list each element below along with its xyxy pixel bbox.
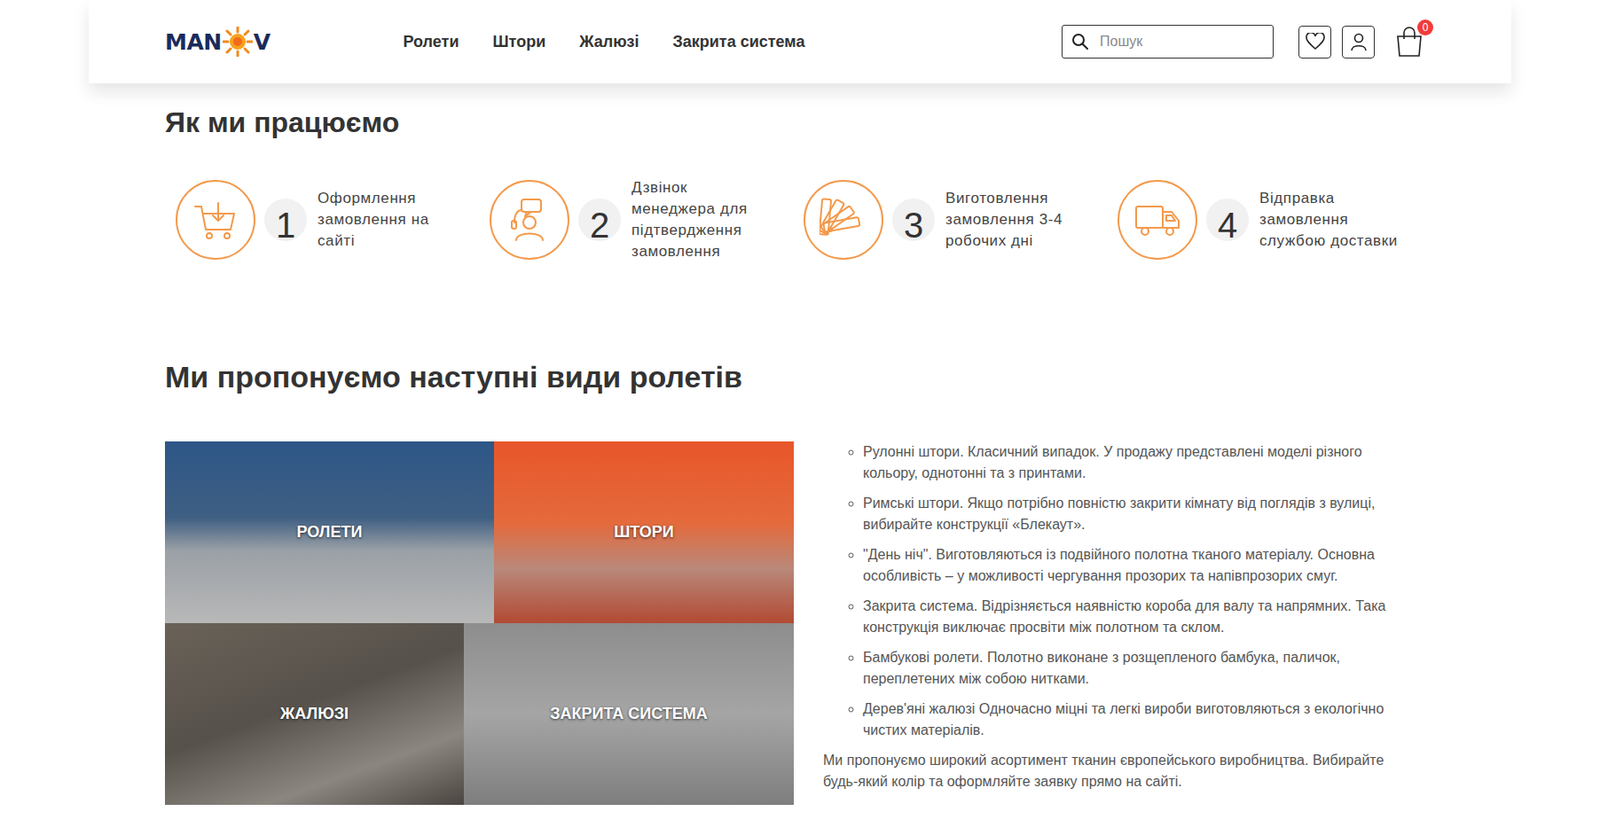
step-number: 2: [578, 198, 621, 242]
types-list-item: Дерев'яні жалюзі Одночасно міцні та легк…: [862, 698, 1400, 742]
step-number: 4: [1206, 198, 1249, 242]
types-section: РОЛЕТИШТОРИЖАЛЮЗІЗАКРИТА СИСТЕМА Рулонні…: [164, 441, 1436, 806]
step-number: 3: [892, 198, 935, 242]
step-text: Оформлення замовлення на сайті: [317, 188, 460, 252]
category-tile[interactable]: ЗАКРИТА СИСТЕМА: [463, 623, 794, 806]
category-row: РОЛЕТИШТОРИ: [164, 441, 794, 624]
step-text: Відправка замовлення службою доставки: [1259, 188, 1402, 252]
search-icon: [1071, 32, 1090, 51]
cart-icon: [191, 196, 240, 244]
content: Як ми працюємо 1 Оформлення замовлення н…: [88, 104, 1512, 806]
types-description: Рулонні штори. Класичний випадок. У прод…: [823, 441, 1400, 806]
step-icon-circle: [803, 180, 884, 260]
step-text: Дзвінок менеджера для підтвердження замо…: [631, 177, 774, 263]
types-list-item: Рулонні штори. Класичний випадок. У прод…: [862, 441, 1400, 485]
category-tile[interactable]: РОЛЕТИ: [164, 441, 495, 624]
sun-icon: [222, 26, 253, 57]
search-field[interactable]: [1061, 24, 1274, 59]
manager-call-icon: [505, 196, 554, 244]
account-button[interactable]: [1341, 25, 1375, 59]
section-title: Ми пропонуємо наступні види ролетів: [164, 358, 1436, 396]
section-title: Як ми працюємо: [164, 104, 1436, 141]
types-list-item: "День ніч". Виготовляються із подвійного…: [862, 544, 1400, 588]
nav-item[interactable]: Ролети: [403, 32, 460, 52]
search-input[interactable]: [1098, 32, 1264, 51]
heart-icon: [1305, 32, 1326, 51]
step: 3 Виготовлення замовлення 3-4 робочих дн…: [803, 177, 1118, 263]
step-icon-circle: [175, 180, 256, 260]
nav-item[interactable]: Жалюзі: [579, 32, 639, 52]
step-number: 1: [264, 198, 307, 242]
types-note: Ми пропонуємо широкий асортимент тканин …: [823, 750, 1400, 793]
nav-item[interactable]: Штори: [492, 32, 546, 52]
user-icon: [1349, 31, 1368, 52]
step-text: Виготовлення замовлення 3-4 робочих дні: [945, 188, 1088, 252]
cart-button[interactable]: 0: [1396, 26, 1423, 57]
header: MAN V Ролети Штори Жалюзі Закрита система 0: [88, 0, 1512, 84]
step-icon-circle: [1117, 180, 1198, 260]
logo[interactable]: MAN V: [164, 26, 271, 57]
cart-count-badge: 0: [1417, 19, 1434, 36]
wishlist-button[interactable]: [1298, 25, 1332, 59]
category-grid: РОЛЕТИШТОРИЖАЛЮЗІЗАКРИТА СИСТЕМА: [164, 441, 794, 806]
category-row: ЖАЛЮЗІЗАКРИТА СИСТЕМА: [164, 623, 794, 806]
truck-icon: [1132, 196, 1183, 244]
step: 2 Дзвінок менеджера для підтвердження за…: [489, 177, 804, 263]
types-list-item: Бамбукові ролети. Полотно виконане з роз…: [862, 647, 1400, 691]
category-tile[interactable]: ЖАЛЮЗІ: [164, 623, 464, 806]
category-tile[interactable]: ШТОРИ: [494, 441, 794, 624]
step: 4 Відправка замовлення службою доставки: [1117, 177, 1432, 263]
step: 1 Оформлення замовлення на сайті: [175, 177, 490, 263]
fabric-swatch-icon: [819, 196, 868, 244]
types-list-item: Закрита система. Відрізняється наявністю…: [862, 596, 1400, 639]
steps: 1 Оформлення замовлення на сайті 2 Дзвін…: [164, 177, 1436, 263]
types-list-item: Римські штори. Якщо потрібно повністю за…: [862, 493, 1400, 536]
nav-item[interactable]: Закрита система: [672, 32, 805, 52]
main-nav: Ролети Штори Жалюзі Закрита система: [403, 32, 806, 52]
step-icon-circle: [489, 180, 570, 260]
types-list: Рулонні штори. Класичний випадок. У прод…: [823, 441, 1400, 742]
